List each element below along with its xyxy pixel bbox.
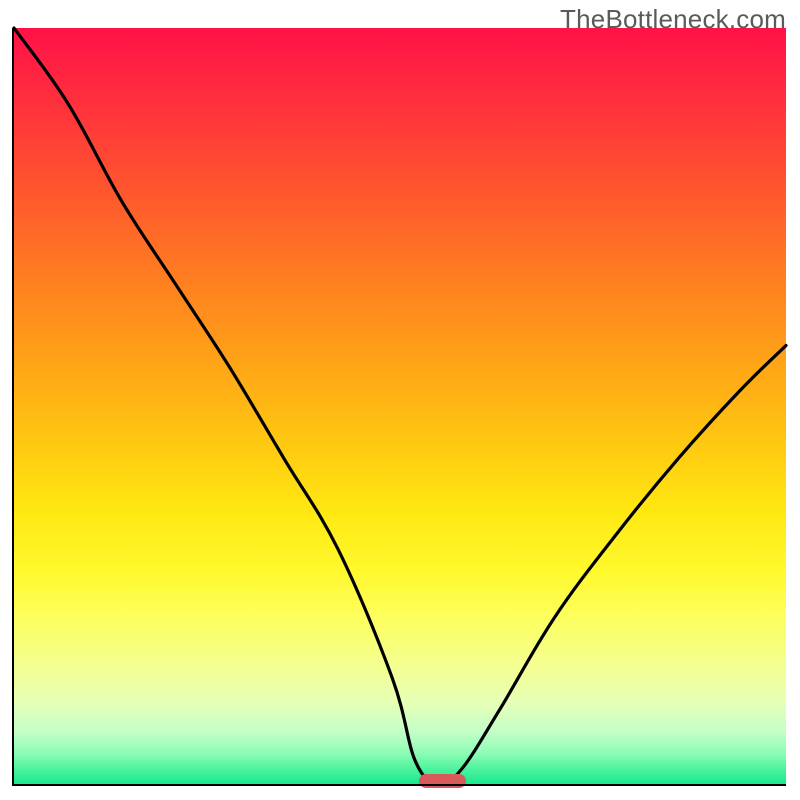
chart-container: TheBottleneck.com [0,0,800,800]
x-axis [12,784,786,786]
bottleneck-curve [0,0,800,800]
watermark-text: TheBottleneck.com [560,4,786,35]
y-axis [12,28,14,784]
